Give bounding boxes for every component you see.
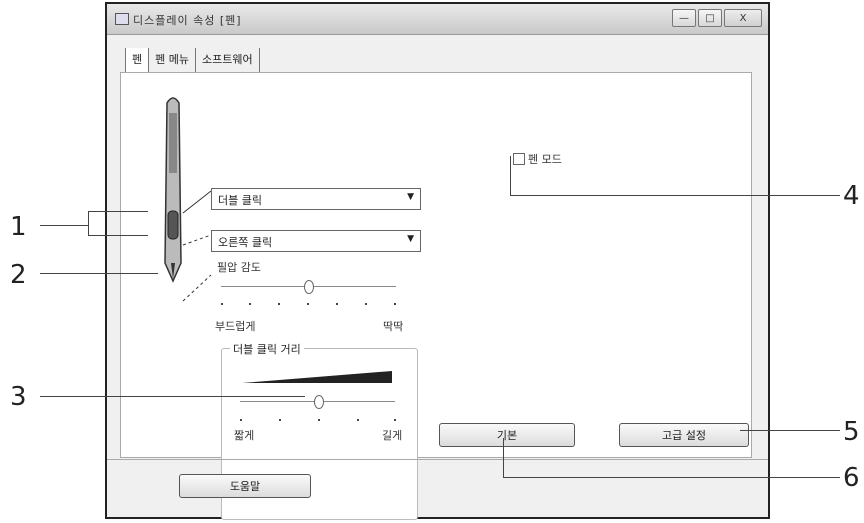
double-click-group-title: 더블 클릭 거리: [230, 341, 304, 357]
settings-window: 디스플레이 속성 [펜] — □ X 펜 펜 메뉴 소프트웨어 더블 클릭 ▼: [105, 2, 770, 520]
distance-wedge-graphic: [242, 371, 392, 383]
tab-pen[interactable]: 펜: [125, 48, 150, 72]
upper-button-dropdown[interactable]: 더블 클릭 ▼: [211, 188, 421, 210]
callout-1: 1: [10, 212, 27, 242]
tip-feel-firm-label: 딱딱: [383, 320, 404, 333]
window-title: 디스플레이 속성 [펜]: [133, 14, 242, 27]
pen-mode-label: 펜 모드: [528, 153, 562, 166]
chevron-down-icon: ▼: [407, 192, 414, 202]
double-click-short-label: 짧게: [234, 429, 255, 442]
callout-5: 5: [843, 417, 860, 447]
maximize-button[interactable]: □: [698, 9, 722, 27]
app-icon: [115, 13, 129, 25]
double-click-long-label: 길게: [382, 429, 403, 442]
tab-pen-menu[interactable]: 펜 메뉴: [149, 48, 196, 72]
tip-feel-slider-thumb[interactable]: [304, 280, 314, 294]
default-button[interactable]: 기본: [439, 423, 575, 447]
callout-3-line: [40, 396, 305, 397]
tab-bar: 펜 펜 메뉴 소프트웨어: [125, 48, 260, 72]
callout-6: 6: [843, 463, 860, 493]
upper-button-value: 더블 클릭: [218, 194, 262, 207]
callout-1-line: [40, 225, 88, 226]
double-click-slider-thumb[interactable]: [314, 395, 324, 409]
close-button[interactable]: X: [724, 9, 762, 27]
pen-mode-checkbox[interactable]: [513, 153, 525, 165]
window-controls: — □ X: [670, 9, 762, 27]
callout-6-line: [503, 477, 840, 478]
callout-4: 4: [843, 181, 860, 211]
lower-button-value: 오른쪽 클릭: [218, 236, 273, 249]
callout-3: 3: [10, 382, 27, 412]
tip-feel-label: 필압 감도: [217, 261, 261, 274]
pen-body-highlight: [169, 113, 177, 173]
advanced-button[interactable]: 고급 설정: [619, 423, 749, 447]
pen-side-switch-icon: [167, 210, 179, 240]
minimize-button[interactable]: —: [672, 9, 696, 27]
lower-button-dropdown[interactable]: 오른쪽 클릭 ▼: [211, 230, 421, 252]
callout-4-line: [510, 195, 840, 196]
callout-5-line: [740, 430, 840, 431]
tab-software[interactable]: 소프트웨어: [196, 48, 260, 72]
callout-2: 2: [10, 260, 27, 290]
title-bar: 디스플레이 속성 [펜] — □ X: [107, 4, 768, 35]
pen-settings-panel: 더블 클릭 ▼ 오른쪽 클릭 ▼ 필압 감도 부드럽게 딱딱 더블 클릭 거리: [120, 72, 752, 520]
tip-feel-soft-label: 부드럽게: [215, 320, 256, 333]
chevron-down-icon: ▼: [407, 234, 414, 244]
footer-divider: [107, 459, 768, 460]
callout-2-line: [40, 273, 158, 274]
help-button[interactable]: 도움말: [179, 474, 311, 498]
